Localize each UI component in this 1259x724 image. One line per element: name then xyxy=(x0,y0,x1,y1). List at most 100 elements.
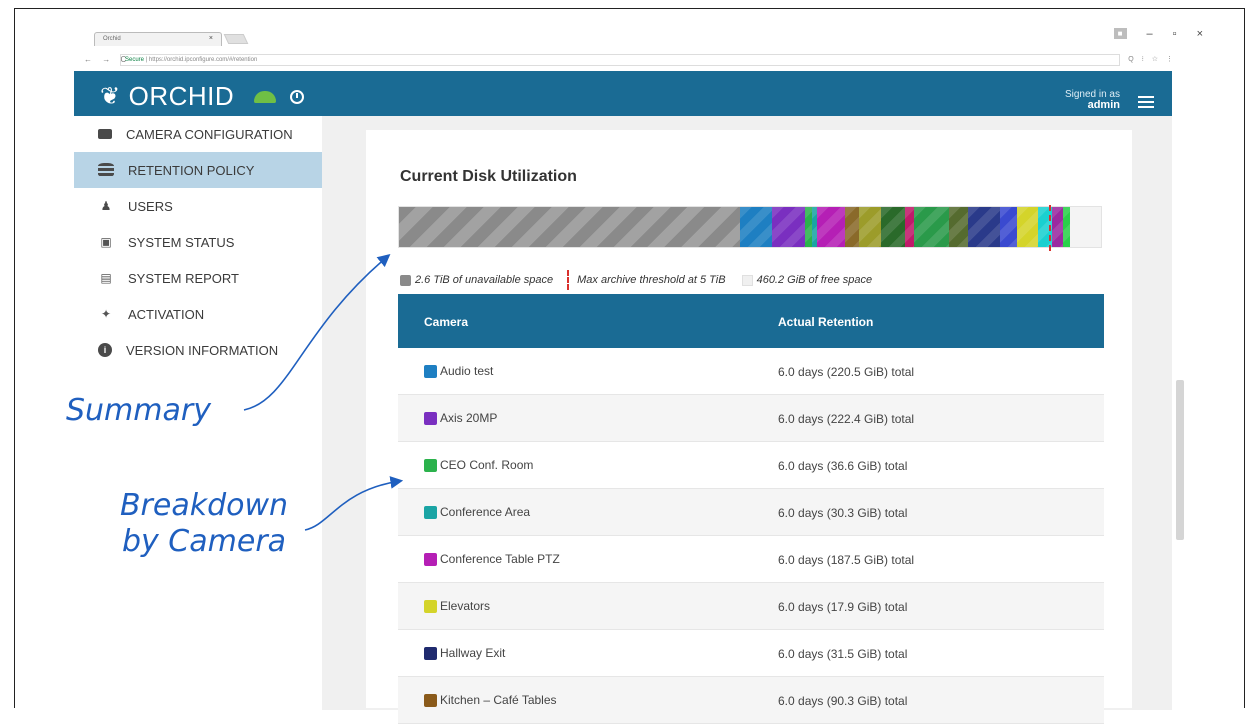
table-body: Audio test 6.0 days (220.5 GiB) total Ax… xyxy=(398,348,1104,724)
table-row[interactable]: Kitchen – Café Tables 6.0 days (90.3 GiB… xyxy=(398,677,1104,724)
address-bar-icons[interactable]: Q ⁝ ☆ ⋮ xyxy=(1128,55,1176,63)
camera-usage-segment xyxy=(913,207,949,247)
legend-threshold: Max archive threshold at 5 TiB xyxy=(577,274,726,286)
legend-free: 460.2 GiB of free space xyxy=(756,274,873,286)
retention-value: 6.0 days (90.3 GiB) total xyxy=(778,694,908,708)
breakdown-annotation-line1: Breakdown xyxy=(119,488,289,523)
table-row[interactable]: Axis 20MP 6.0 days (222.4 GiB) total xyxy=(398,395,1104,442)
url-field[interactable]: Secure | https://orchid.ipconfigure.com/… xyxy=(120,54,1120,66)
retention-value: 6.0 days (36.6 GiB) total xyxy=(778,459,908,473)
retention-value: 6.0 days (220.5 GiB) total xyxy=(778,365,915,379)
secure-label: Secure xyxy=(125,57,145,63)
database-icon xyxy=(98,163,114,177)
camera-color-swatch xyxy=(424,599,437,613)
camera-usage-segment xyxy=(968,207,1000,247)
tab-title: Orchid xyxy=(103,36,121,42)
window-controls: ■ – ▫ × xyxy=(1113,28,1203,40)
camera-name: Kitchen – Café Tables xyxy=(440,693,557,707)
magic-wand-icon: ✦ xyxy=(100,307,112,321)
breakdown-annotation-line2: by Camera xyxy=(121,524,287,559)
maximize-icon[interactable]: ▫ xyxy=(1173,28,1177,40)
table-row[interactable]: Hallway Exit 6.0 days (31.5 GiB) total xyxy=(398,630,1104,677)
menu-icon[interactable] xyxy=(1138,96,1154,108)
address-bar: ← → C Secure | https://orchid.ipconfigur… xyxy=(74,53,1176,69)
table-row[interactable]: Elevators 6.0 days (17.9 GiB) total xyxy=(398,583,1104,630)
camera-name: Elevators xyxy=(440,599,491,613)
camera-name: Hallway Exit xyxy=(440,646,506,660)
close-window-icon[interactable]: × xyxy=(1197,28,1203,40)
camera-usage-segment xyxy=(905,207,914,247)
unavailable-space-segment xyxy=(399,207,741,247)
retention-value: 6.0 days (31.5 GiB) total xyxy=(778,647,908,661)
table-row[interactable]: Conference Table PTZ 6.0 days (187.5 GiB… xyxy=(398,536,1104,583)
video-camera-icon xyxy=(98,129,112,139)
sidebar-item-activation[interactable]: ✦ ACTIVATION xyxy=(74,296,322,332)
retention-value: 6.0 days (222.4 GiB) total xyxy=(778,412,915,426)
camera-color-swatch xyxy=(424,646,437,660)
sidebar-item-label: USERS xyxy=(128,198,173,214)
sidebar-item-retention-policy[interactable]: RETENTION POLICY xyxy=(74,152,322,188)
camera-usage-segment xyxy=(999,207,1018,247)
turtle-icon xyxy=(254,90,277,103)
medkit-icon: ▣ xyxy=(100,235,112,249)
sidebar-item-system-report[interactable]: ▤ SYSTEM REPORT xyxy=(74,260,322,296)
camera-usage-segment xyxy=(1062,207,1070,247)
camera-color-swatch xyxy=(424,458,437,472)
minimize-icon[interactable]: – xyxy=(1147,28,1153,40)
url-text: https://orchid.ipconfigure.com/#/retenti… xyxy=(148,57,258,63)
column-header-actual-retention[interactable]: Actual Retention xyxy=(778,315,873,329)
camera-usage-segment xyxy=(740,207,772,247)
camera-usage-segment xyxy=(880,207,906,247)
table-row[interactable]: Conference Area 6.0 days (30.3 GiB) tota… xyxy=(398,489,1104,536)
sidebar-item-version-information[interactable]: i VERSION INFORMATION xyxy=(74,332,322,368)
info-icon: i xyxy=(98,343,112,357)
new-tab-button[interactable] xyxy=(223,34,249,44)
camera-name: Conference Area xyxy=(440,505,531,519)
camera-color-swatch xyxy=(424,411,437,425)
sidebar-item-label: ACTIVATION xyxy=(128,306,205,322)
app-header: ❦ ORCHID Signed in as admin xyxy=(74,71,1172,121)
retention-value: 6.0 days (17.9 GiB) total xyxy=(778,600,908,614)
camera-name: Conference Table PTZ xyxy=(440,552,560,566)
browser-tab[interactable]: Orchid × xyxy=(94,32,222,46)
free-space-swatch xyxy=(741,274,753,286)
column-header-camera[interactable]: Camera xyxy=(424,315,468,329)
report-icon: ▤ xyxy=(100,271,112,285)
sidebar-item-users[interactable]: ♟ USERS xyxy=(74,188,322,224)
camera-name: CEO Conf. Room xyxy=(440,458,534,472)
scrollbar[interactable] xyxy=(1176,380,1184,540)
tab-close-icon[interactable]: × xyxy=(209,35,213,42)
camera-color-swatch xyxy=(424,693,437,707)
sidebar-item-camera-configuration[interactable]: CAMERA CONFIGURATION xyxy=(74,116,322,152)
signed-in-info: Signed in as admin xyxy=(1065,89,1120,111)
sidebar-item-label: VERSION INFORMATION xyxy=(126,342,279,358)
camera-usage-segment xyxy=(1052,207,1063,247)
camera-usage-segment xyxy=(1017,207,1039,247)
camera-color-swatch xyxy=(424,364,437,378)
camera-name: Axis 20MP xyxy=(440,411,498,425)
table-row[interactable]: CEO Conf. Room 6.0 days (36.6 GiB) total xyxy=(398,442,1104,489)
sidebar-item-label: SYSTEM REPORT xyxy=(128,270,240,286)
clock-icon[interactable] xyxy=(290,89,305,104)
camera-usage-segment xyxy=(771,207,805,247)
table-header: Camera Actual Retention xyxy=(398,294,1104,348)
orchid-flower-icon: ❦ xyxy=(100,83,121,110)
camera-usage-segment xyxy=(804,207,812,247)
camera-color-swatch xyxy=(424,505,437,519)
app-name: ORCHID xyxy=(128,81,235,111)
retention-card: Current Disk Utilization 2.6 TiB of unav… xyxy=(366,130,1132,724)
max-archive-threshold-marker xyxy=(1049,205,1051,251)
camera-name: Audio test xyxy=(440,364,494,378)
retention-value: 6.0 days (187.5 GiB) total xyxy=(778,553,915,567)
threshold-swatch xyxy=(567,270,570,290)
camera-color-swatch xyxy=(424,552,437,566)
summary-annotation: Summary xyxy=(66,393,211,428)
profile-icon[interactable]: ■ xyxy=(1113,28,1127,39)
table-row[interactable]: Audio test 6.0 days (220.5 GiB) total xyxy=(398,348,1104,395)
sidebar-item-label: CAMERA CONFIGURATION xyxy=(126,126,293,142)
page-title: Current Disk Utilization xyxy=(400,168,577,185)
sidebar-item-system-status[interactable]: ▣ SYSTEM STATUS xyxy=(74,224,322,260)
camera-usage-segment xyxy=(845,207,860,247)
legend-unavailable: 2.6 TiB of unavailable space xyxy=(415,274,554,286)
app-logo[interactable]: ❦ ORCHID xyxy=(100,81,305,112)
